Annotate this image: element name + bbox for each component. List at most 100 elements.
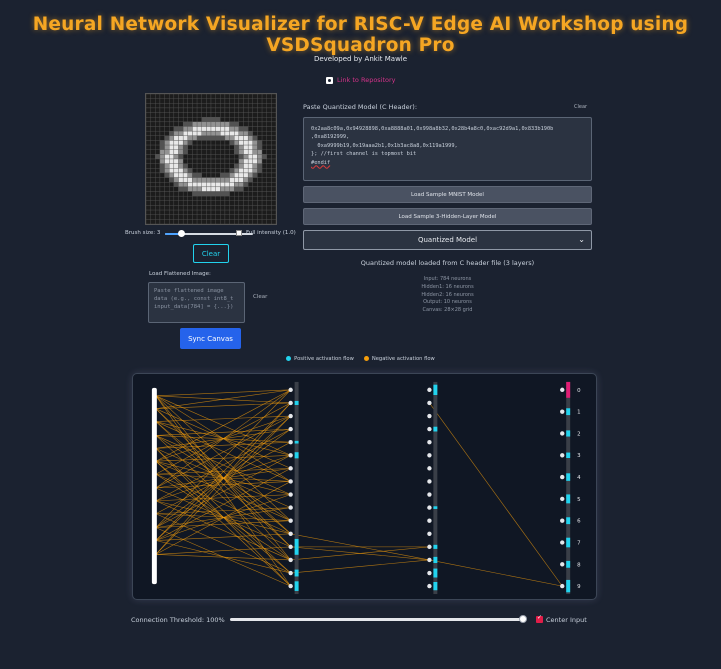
canvas-pixel	[238, 98, 244, 104]
canvas-pixel	[146, 94, 151, 99]
output-label: 2	[577, 431, 580, 437]
canvas-pixel	[155, 214, 161, 220]
canvas-pixel	[220, 158, 226, 164]
canvas-pixel	[215, 158, 221, 164]
canvas-pixel	[234, 126, 240, 132]
canvas-pixel	[196, 149, 202, 155]
canvas-pixel	[266, 126, 272, 132]
load-3-hidden-layer-model-button[interactable]: Load Sample 3-Hidden-Layer Model	[303, 208, 592, 225]
canvas-pixel	[206, 214, 212, 220]
canvas-pixel	[252, 195, 258, 201]
canvas-pixel	[196, 107, 202, 113]
canvas-pixel	[266, 94, 272, 99]
repository-link[interactable]: Link to Repository	[326, 76, 396, 84]
canvas-pixel	[155, 205, 161, 211]
canvas-pixel	[257, 149, 263, 155]
output-label: 0	[577, 388, 581, 394]
canvas-pixel	[257, 214, 263, 220]
flattened-image-input[interactable]: Paste flattened image data (e.g., const …	[148, 282, 245, 323]
canvas-pixel	[247, 126, 253, 132]
canvas-pixel	[261, 177, 267, 183]
canvas-pixel	[146, 98, 151, 104]
drawing-canvas[interactable]	[145, 93, 277, 225]
canvas-pixel	[234, 117, 240, 123]
canvas-pixel	[261, 144, 267, 150]
connection-negative	[155, 428, 291, 502]
canvas-pixel	[182, 117, 188, 123]
center-input-checkbox[interactable]	[536, 614, 543, 623]
canvas-pixel	[229, 205, 235, 211]
canvas-pixel	[215, 182, 221, 188]
canvas-pixel	[159, 144, 165, 150]
canvas-pixel	[247, 149, 253, 155]
canvas-pixel	[271, 214, 276, 220]
canvas-pixel	[271, 130, 276, 136]
canvas-pixel	[234, 205, 240, 211]
canvas-pixel	[234, 158, 240, 164]
canvas-pixel	[261, 98, 267, 104]
brush-size-slider-thumb[interactable]	[178, 230, 185, 237]
model-select[interactable]: Quantized Model ⌄	[303, 230, 592, 250]
canvas-pixel	[182, 186, 188, 192]
threshold-slider-thumb[interactable]	[519, 615, 527, 623]
canvas-pixel	[234, 112, 240, 118]
canvas-pixel	[192, 140, 198, 146]
network-visualization[interactable]: 0 1 2 3 4 5 6 7 8 9	[132, 373, 597, 600]
canvas-pixel	[252, 126, 258, 132]
canvas-pixel	[173, 209, 179, 215]
threshold-slider[interactable]	[230, 618, 524, 621]
model-select-value: Quantized Model	[417, 236, 478, 244]
canvas-pixel	[182, 94, 188, 99]
canvas-pixel	[169, 186, 175, 192]
canvas-pixel	[210, 154, 216, 160]
canvas-pixel	[252, 121, 258, 127]
canvas-pixel	[169, 107, 175, 113]
sync-canvas-button[interactable]: Sync Canvas	[180, 328, 241, 349]
model-clear-button[interactable]: Clear	[574, 104, 587, 110]
canvas-pixel	[196, 214, 202, 220]
canvas-pixel	[220, 172, 226, 178]
canvas-pixel	[178, 186, 184, 192]
canvas-pixel	[164, 182, 170, 188]
canvas-pixel	[243, 126, 249, 132]
full-intensity-checkbox[interactable]	[236, 230, 242, 236]
canvas-pixel	[169, 158, 175, 164]
output-neuron	[560, 496, 565, 502]
canvas-pixel	[150, 163, 156, 169]
clear-canvas-button[interactable]: Clear	[193, 244, 229, 263]
canvas-pixel	[271, 144, 276, 150]
canvas-pixel	[224, 94, 230, 99]
canvas-pixel	[206, 94, 212, 99]
load-mnist-model-button[interactable]: Load Sample MNIST Model	[303, 186, 592, 203]
canvas-pixel	[238, 112, 244, 118]
canvas-pixel	[266, 140, 272, 146]
canvas-pixel	[234, 214, 240, 220]
model-header-textarea[interactable]: 0x2aa8c09a,0x94928898,0xa8888a01,0x998a8…	[303, 117, 592, 181]
canvas-pixel	[234, 94, 240, 99]
canvas-pixel	[261, 172, 267, 178]
canvas-pixel	[229, 121, 235, 127]
canvas-pixel	[182, 168, 188, 174]
canvas-pixel	[238, 168, 244, 174]
canvas-pixel	[224, 149, 230, 155]
canvas-pixel	[178, 107, 184, 113]
full-intensity-label: Full intensity (1.0)	[246, 230, 296, 236]
canvas-pixel	[243, 117, 249, 123]
canvas-pixel	[187, 158, 193, 164]
canvas-pixel	[261, 154, 267, 160]
canvas-pixel	[220, 112, 226, 118]
canvas-pixel	[229, 158, 235, 164]
flattened-clear-button[interactable]: Clear	[253, 294, 267, 300]
canvas-pixel	[159, 154, 165, 160]
canvas-pixel	[220, 103, 226, 109]
canvas-pixel	[187, 154, 193, 160]
canvas-pixel	[238, 126, 244, 132]
canvas-pixel	[178, 121, 184, 127]
hidden2-activation-bar	[433, 384, 438, 396]
canvas-pixel	[247, 135, 253, 141]
canvas-pixel	[224, 103, 230, 109]
canvas-pixel	[169, 154, 175, 160]
canvas-pixel	[229, 112, 235, 118]
canvas-pixel	[155, 112, 161, 118]
canvas-pixel	[210, 163, 216, 169]
